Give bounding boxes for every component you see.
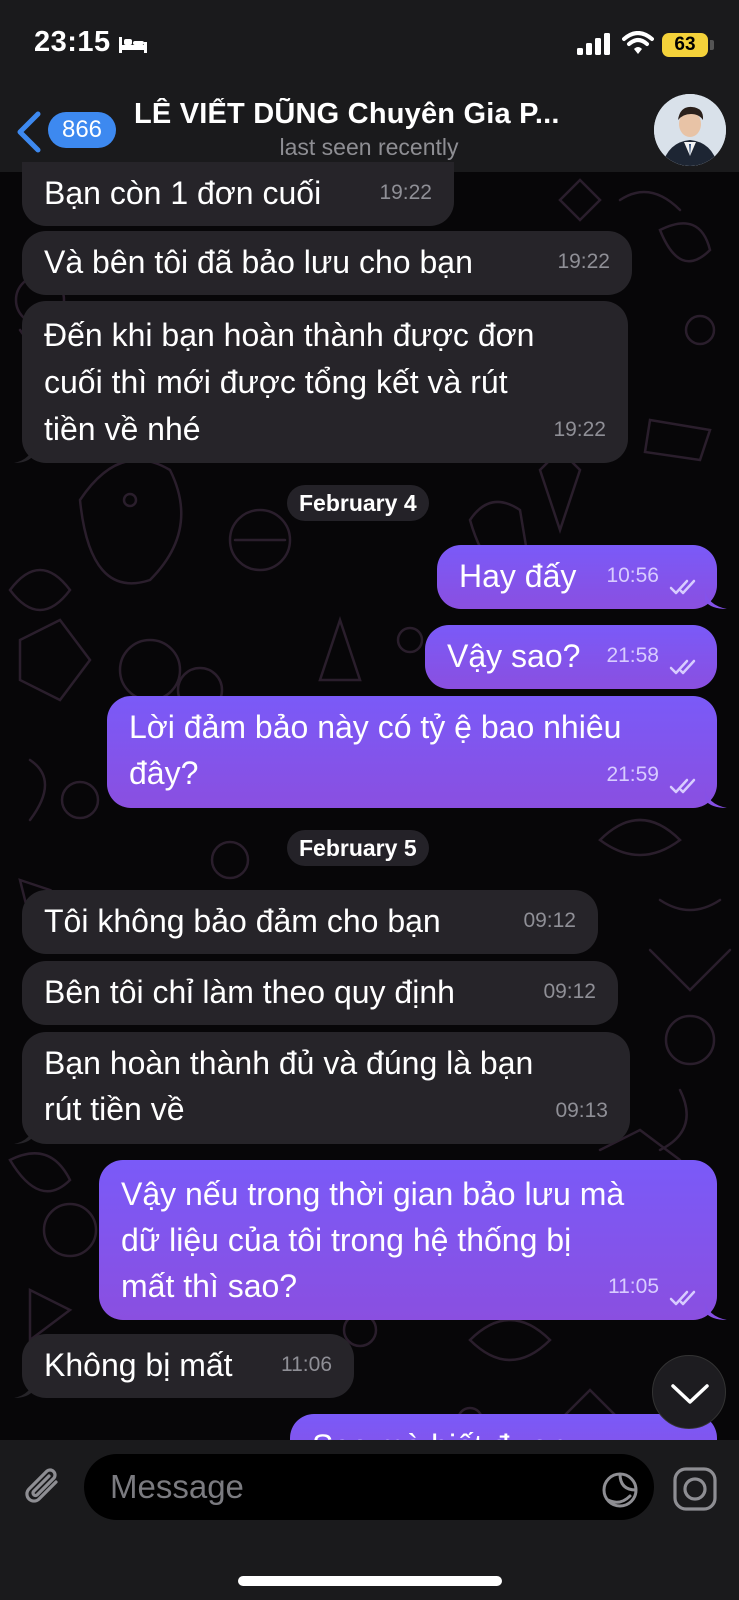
avatar-photo bbox=[654, 94, 726, 166]
message-bubble-incoming[interactable]: Bạn hoàn thành đủ và đúng là bạn rút tiề… bbox=[22, 1032, 630, 1144]
chevron-down-icon bbox=[671, 1384, 709, 1404]
message-text: Và bên tôi đã bảo lưu cho bạn bbox=[44, 244, 473, 280]
date-separator: February 4 bbox=[287, 485, 429, 521]
double-check-icon bbox=[669, 579, 696, 595]
message-time: 19:22 bbox=[553, 418, 606, 441]
message-text: Tôi không bảo đảm cho bạn bbox=[44, 903, 441, 939]
bubble-tail bbox=[705, 1300, 727, 1320]
message-bubble-incoming[interactable]: Tôi không bảo đảm cho bạn 09:12 bbox=[22, 890, 598, 954]
sticker-icon[interactable] bbox=[600, 1470, 640, 1510]
partial-message-clip: Sao mà biết được bbox=[0, 1412, 739, 1440]
message-bubble-incoming[interactable]: Đến khi bạn hoàn thành được đơn cuối thì… bbox=[22, 301, 628, 463]
chat-title[interactable]: LÊ VIẾT DŨNG Chuyên Gia P... bbox=[134, 98, 614, 131]
message-input[interactable] bbox=[84, 1454, 654, 1520]
message-text-line: Đến khi bạn hoàn thành được đơn bbox=[44, 317, 535, 353]
unread-count-badge[interactable]: 866 bbox=[48, 112, 116, 148]
message-text: Bên tôi chỉ làm theo quy định bbox=[44, 974, 455, 1010]
avatar[interactable] bbox=[654, 94, 726, 166]
message-time: 21:58 bbox=[606, 644, 659, 667]
message-bubble-outgoing[interactable]: Hay đấy 10:56 bbox=[437, 545, 717, 609]
message-time: 10:56 bbox=[606, 564, 659, 587]
message-bubble-outgoing[interactable]: Vậy nếu trong thời gian bảo lưu mà dữ li… bbox=[99, 1160, 717, 1320]
chat-header: 866 LÊ VIẾT DŨNG Chuyên Gia P... last se… bbox=[0, 92, 739, 172]
battery-icon: 63 bbox=[662, 33, 708, 57]
chevron-left-icon[interactable] bbox=[14, 110, 44, 154]
double-check-icon bbox=[669, 659, 696, 675]
message-bubble-incoming[interactable]: Bạn còn 1 đơn cuối 19:22 bbox=[22, 162, 454, 226]
bubble-tail bbox=[14, 1124, 34, 1144]
message-text: Không bị mất bbox=[44, 1347, 233, 1383]
message-time: 09:13 bbox=[555, 1099, 608, 1122]
date-separator: February 5 bbox=[287, 830, 429, 866]
message-time: 19:22 bbox=[557, 250, 610, 273]
message-bubble-outgoing[interactable]: Vậy sao? 21:58 bbox=[425, 625, 717, 689]
camera-icon[interactable] bbox=[672, 1466, 718, 1512]
message-time: 21:59 bbox=[606, 763, 659, 786]
paperclip-icon[interactable] bbox=[22, 1464, 64, 1510]
status-bar: 23:15 63 bbox=[0, 0, 739, 92]
message-bubble-outgoing[interactable]: Lời đảm bảo này có tỷ ệ bao nhiêu đây? 2… bbox=[107, 696, 717, 808]
message-text-line: tiền về nhé bbox=[44, 411, 201, 447]
message-bubble-incoming[interactable]: Và bên tôi đã bảo lưu cho bạn 19:22 bbox=[22, 231, 632, 295]
message-text: Sao mà biết được bbox=[312, 1428, 568, 1440]
double-check-icon bbox=[669, 778, 696, 794]
last-seen-status: last seen recently bbox=[279, 134, 459, 160]
message-text: Hay đấy bbox=[459, 558, 577, 594]
message-time: 11:06 bbox=[281, 1353, 332, 1376]
message-time: 09:12 bbox=[543, 980, 596, 1003]
message-bubble-incoming[interactable]: Bên tôi chỉ làm theo quy định 09:12 bbox=[22, 961, 618, 1025]
message-text-line: dữ liệu của tôi trong hệ thống bị bbox=[121, 1222, 572, 1258]
message-text-line: cuối thì mới được tổng kết và rút bbox=[44, 364, 508, 400]
message-text-line: Bạn hoàn thành đủ và đúng là bạn bbox=[44, 1045, 534, 1081]
double-check-icon bbox=[669, 1290, 696, 1306]
message-text-line: Vậy nếu trong thời gian bảo lưu mà bbox=[121, 1176, 625, 1212]
bed-icon bbox=[119, 37, 147, 53]
message-text-line: Lời đảm bảo này có tỷ ệ bao nhiêu bbox=[129, 709, 622, 745]
message-bubble-incoming[interactable]: Không bị mất 11:06 bbox=[22, 1334, 354, 1398]
message-text-line: rút tiền về bbox=[44, 1091, 185, 1127]
message-time: 11:05 bbox=[608, 1275, 659, 1298]
message-time: 09:12 bbox=[523, 909, 576, 932]
bubble-tail bbox=[14, 1378, 34, 1398]
signal-icon bbox=[577, 33, 610, 55]
bubble-tail bbox=[14, 443, 34, 463]
bubble-tail bbox=[705, 788, 727, 808]
message-time: 19:22 bbox=[379, 181, 432, 204]
scroll-to-bottom-button[interactable] bbox=[652, 1355, 726, 1429]
message-text: Vậy sao? bbox=[447, 638, 581, 674]
home-indicator bbox=[238, 1576, 502, 1586]
message-text: Bạn còn 1 đơn cuối bbox=[44, 175, 322, 211]
battery-cap bbox=[710, 40, 714, 50]
wifi-icon bbox=[622, 31, 654, 54]
bubble-tail bbox=[705, 589, 727, 609]
status-time: 23:15 bbox=[34, 26, 111, 58]
message-input-bar bbox=[0, 1440, 739, 1600]
